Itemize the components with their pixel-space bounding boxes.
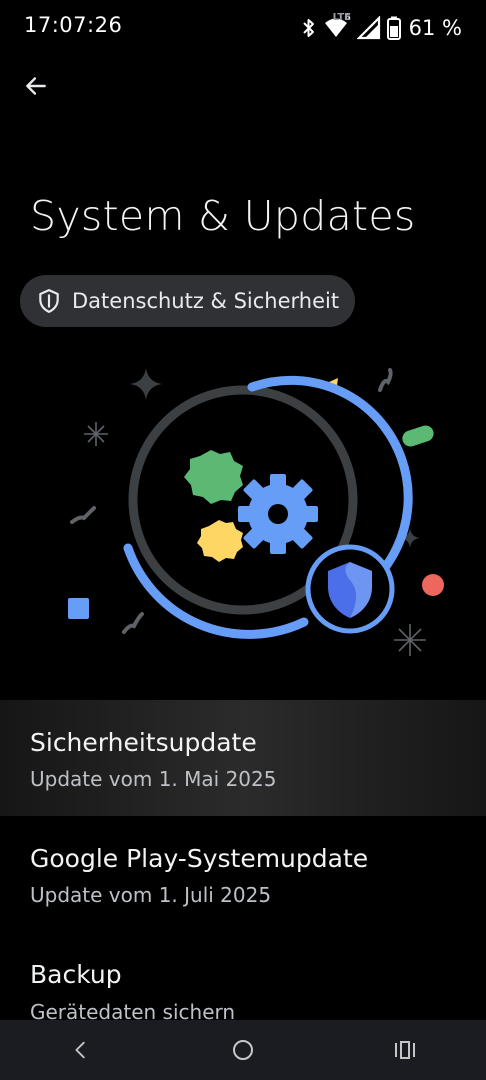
burst-icon (394, 624, 426, 656)
chip-label: Datenschutz & Sicherheit (72, 289, 340, 313)
nav-recents-button[interactable] (373, 1026, 437, 1074)
back-button[interactable] (18, 68, 54, 104)
navigation-bar (0, 1020, 486, 1080)
list-item-google-play-update[interactable]: Google Play-Systemupdate Update vom 1. J… (0, 816, 486, 932)
list-item-subtitle: Update vom 1. Juli 2025 (30, 883, 272, 907)
squiggle-icon (378, 368, 393, 392)
list-item-subtitle: Update vom 1. Mai 2025 (30, 767, 277, 791)
home-icon (233, 1040, 253, 1060)
list-item-title: Google Play-Systemupdate (30, 844, 369, 873)
back-icon (75, 1041, 85, 1059)
square-shape (68, 598, 89, 619)
nav-home-button[interactable] (211, 1026, 275, 1074)
privacy-security-chip[interactable]: Datenschutz & Sicherheit (20, 275, 356, 327)
list-item-title: Sicherheitsupdate (30, 728, 257, 757)
hero-illustration (0, 340, 486, 690)
green-gear-icon (184, 450, 243, 504)
asterisk-icon (84, 422, 108, 446)
shield-icon (39, 289, 59, 313)
list-item-backup[interactable]: Backup Gerätedaten sichern (0, 932, 486, 1032)
dot-shape (422, 574, 444, 596)
list-item-security-update[interactable]: Sicherheitsupdate Update vom 1. Mai 2025 (0, 700, 486, 816)
status-icons: 6 LTE 61 % (301, 12, 462, 42)
battery-percent: 61 % (408, 16, 462, 40)
squiggle-icon (70, 506, 96, 524)
recents-icon (395, 1041, 415, 1059)
nav-back-button[interactable] (49, 1026, 113, 1074)
page-title: System & Updates (30, 192, 416, 240)
network-badge: LTE (332, 12, 352, 23)
status-bar: 17:07:26 6 LTE 61 % (0, 0, 486, 56)
status-time: 17:07:26 (24, 13, 123, 37)
bluetooth-icon (301, 17, 317, 39)
yellow-badge-icon (197, 520, 243, 562)
arrow-left-icon (26, 77, 46, 95)
sparkle-icon (130, 368, 162, 400)
list-item-title: Backup (30, 960, 122, 989)
pill-shape (402, 425, 434, 447)
battery-icon (386, 16, 401, 40)
squiggle-icon (122, 612, 144, 634)
signal-icon: LTE (333, 12, 381, 40)
